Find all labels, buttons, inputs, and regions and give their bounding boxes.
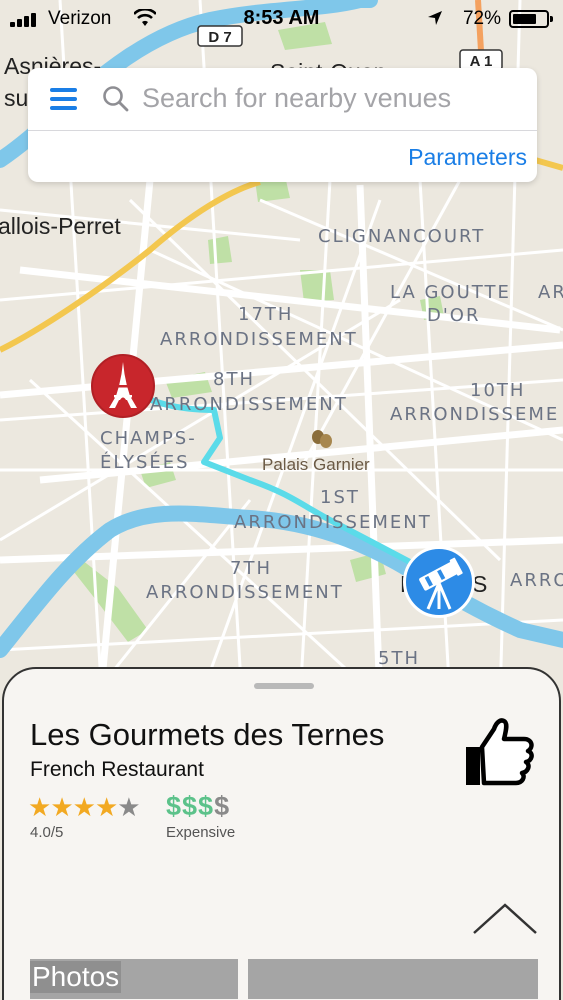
map-label-champs: CHAMPS- xyxy=(100,428,197,449)
star-filled-icon: ★ xyxy=(28,793,51,823)
star-filled-icon: ★ xyxy=(50,793,73,823)
star-empty-icon: ★ xyxy=(117,793,140,823)
rating-text: 4.0/5 xyxy=(30,824,64,841)
search-card-divider xyxy=(28,130,537,131)
search-card: Parameters xyxy=(28,68,537,182)
map-label-elysees: ÉLYSÉES xyxy=(100,451,190,473)
map-label-10th-arr: ARRONDISSEME xyxy=(390,404,559,425)
search-input[interactable] xyxy=(142,80,522,116)
hamburger-menu-icon[interactable] xyxy=(50,88,80,114)
battery-level-fill xyxy=(513,14,536,24)
map-label-10th: 10TH xyxy=(470,380,525,401)
star-filled-icon: ★ xyxy=(94,793,118,823)
price-level: $$$$ xyxy=(166,791,230,822)
telescope-pin[interactable] xyxy=(403,546,475,618)
map-label-8th: 8TH xyxy=(213,369,255,390)
tab-secondary[interactable] xyxy=(248,959,538,999)
map-label-7th-arr: ARRONDISSEMENT xyxy=(146,582,344,603)
map-label-8th-arr: ARRONDISSEMENT xyxy=(150,394,348,415)
price-text: Expensive xyxy=(166,824,236,841)
location-arrow-icon xyxy=(428,11,442,25)
battery-percentage: 72% xyxy=(462,8,501,29)
eiffel-tower-pin[interactable] xyxy=(91,354,155,418)
telescope-icon xyxy=(419,557,463,610)
status-bar: Verizon 8:53 AM 72% xyxy=(0,0,563,38)
magnifier-icon xyxy=(103,86,129,112)
map-label-17th-arr: ARRONDISSEMENT xyxy=(160,329,358,350)
star-filled-icon: ★ xyxy=(72,793,96,823)
price-active: $$$ xyxy=(166,791,215,821)
battery-icon xyxy=(509,10,553,28)
map-label-dor: D'OR xyxy=(427,305,480,326)
map-label-17th: 17TH xyxy=(238,304,293,325)
venue-name: Les Gourmets des Ternes xyxy=(30,717,385,752)
map-label-levallois: allois-Perret xyxy=(0,213,121,239)
parameters-button[interactable]: Parameters xyxy=(408,144,527,171)
eiffel-tower-icon xyxy=(109,362,137,408)
road-shield-a1: A 1 xyxy=(459,49,503,71)
sheet-grabber-handle[interactable] xyxy=(254,683,314,689)
venue-bottom-sheet[interactable]: Les Gourmets des Ternes French Restauran… xyxy=(2,667,561,1000)
map-label-1st: 1ST xyxy=(320,487,360,508)
map-label-clignancourt: CLIGNANCOURT xyxy=(318,226,485,247)
rating-stars: ★★★★★ xyxy=(28,793,141,823)
venue-category: French Restaurant xyxy=(30,758,204,781)
map-label-1st-arr: ARRONDISSEMENT xyxy=(234,512,432,533)
chevron-up-icon[interactable] xyxy=(470,899,540,939)
map-label-arr-right-top: AR xyxy=(538,282,563,303)
map-label-goutte: LA GOUTTE xyxy=(390,282,511,303)
map-label-7th: 7TH xyxy=(230,558,272,579)
tab-photos-label: Photos xyxy=(30,961,122,993)
price-inactive: $ xyxy=(214,791,231,821)
map-label-palais-garnier: Palais Garnier xyxy=(262,455,370,474)
map-label-arr-right: ARRO xyxy=(510,570,563,591)
tab-photos[interactable]: Photos xyxy=(30,959,238,999)
map-label-5th: 5TH xyxy=(378,648,420,669)
thumbs-up-icon[interactable] xyxy=(462,717,538,787)
